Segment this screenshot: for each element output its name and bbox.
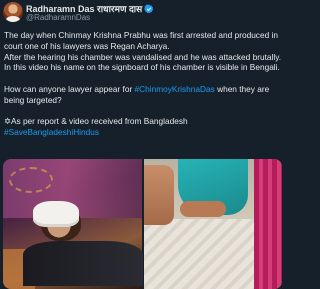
- hashtag-link-chinmoy[interactable]: #ChinmoyKrishnaDas: [135, 84, 215, 94]
- media-photo-1[interactable]: [3, 159, 143, 289]
- author-handle[interactable]: @RadharamnDas: [26, 13, 90, 22]
- tweet-paragraph-3: How can anyone lawyer appear for #Chinmo…: [4, 84, 282, 106]
- tweet-card: Radharamn Das राधारमण दास @RadharamnDas …: [0, 0, 285, 289]
- tweet-paragraph-4: ✡As per report & video received from Ban…: [4, 116, 188, 127]
- tweet-text: The day when Chinmay Krishna Prabhu was …: [4, 30, 282, 138]
- avatar[interactable]: [3, 2, 23, 22]
- tweet-paragraph-2: After the hearing his chamber was vandal…: [4, 51, 282, 73]
- verified-badge-icon: [144, 4, 154, 13]
- media-grid: [3, 159, 282, 289]
- media-photo-2[interactable]: [143, 159, 282, 289]
- text-fragment: How can anyone lawyer appear for: [4, 83, 135, 94]
- hashtag-link-save[interactable]: #SaveBangladeshiHindus: [4, 127, 282, 138]
- tweet-paragraph-1: The day when Chinmay Krishna Prabhu was …: [4, 30, 278, 51]
